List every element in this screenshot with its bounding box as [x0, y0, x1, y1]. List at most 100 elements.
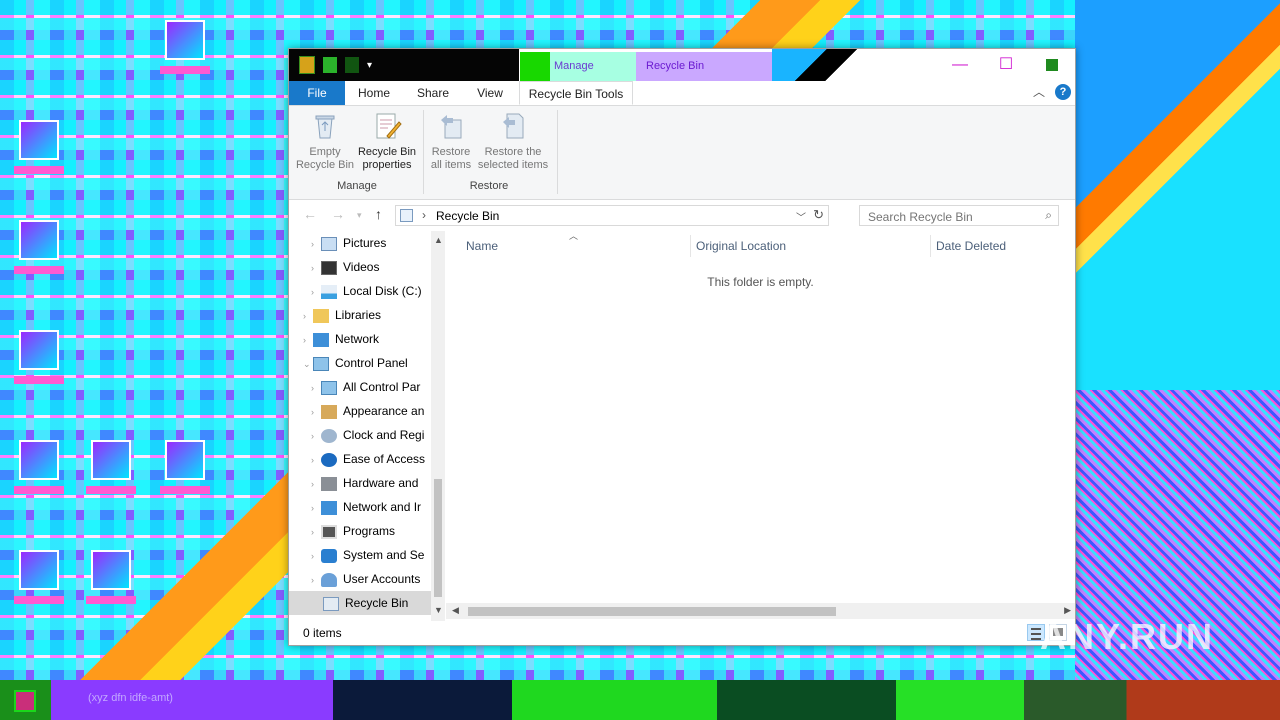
empty-recycle-bin-label-1: Empty: [309, 146, 341, 158]
desktop-glitch-stripe: [1075, 0, 1280, 390]
restore-group-label: Restore: [469, 180, 509, 192]
undo-icon[interactable]: [345, 57, 359, 73]
address-row: ← → ▾ ↑ › Recycle Bin ﹀ ↻ ⌕: [289, 200, 1075, 230]
scroll-down-icon[interactable]: ▼: [434, 605, 443, 615]
nav-item-all-control-panel[interactable]: › All Control Par: [311, 375, 420, 399]
ribbon-tabs: File Home Share View Recycle Bin Tools: [289, 81, 1075, 106]
control-panel-icon: [321, 380, 337, 395]
appearance-icon: [321, 404, 337, 419]
properties-icon[interactable]: [299, 56, 315, 74]
empty-recycle-bin-button[interactable]: Empty Recycle Bin: [295, 110, 355, 172]
nav-item-videos[interactable]: › Videos: [311, 255, 379, 279]
nav-item-pictures[interactable]: › Pictures: [311, 231, 386, 255]
nav-pane-scrollbar[interactable]: ▲ ▼: [431, 231, 445, 621]
address-bar[interactable]: › Recycle Bin ﹀ ↻: [395, 205, 829, 226]
search-input[interactable]: [866, 207, 1040, 226]
forward-arrow-icon[interactable]: →: [331, 206, 345, 222]
close-button[interactable]: [1029, 49, 1075, 81]
file-list: ︿ Name Original Location Date Deleted Th…: [446, 231, 1075, 621]
desktop-icon[interactable]: [14, 440, 64, 496]
nav-scroll-thumb[interactable]: [434, 479, 442, 597]
tab-recycle-bin-tools[interactable]: Recycle Bin Tools: [519, 81, 633, 105]
scroll-right-icon[interactable]: ▶: [1064, 605, 1071, 616]
title-bar[interactable]: ▾ Manage Recycle Bin — ☐: [289, 49, 1075, 81]
nav-item-programs[interactable]: › Programs: [311, 519, 395, 543]
tab-view[interactable]: View: [463, 81, 517, 105]
scroll-left-icon[interactable]: ◀: [452, 605, 459, 616]
start-button[interactable]: [14, 690, 36, 712]
nav-item-hardware[interactable]: › Hardware and: [311, 471, 418, 495]
up-arrow-icon[interactable]: ↑: [375, 206, 382, 222]
column-divider[interactable]: [690, 235, 691, 257]
nav-item-ease-of-access[interactable]: › Ease of Access: [311, 447, 425, 471]
restore-selected-items-button[interactable]: Restore the selected items: [475, 110, 551, 172]
tab-file[interactable]: File: [289, 81, 345, 105]
collapse-ribbon-chevron-icon[interactable]: ︿: [1033, 83, 1045, 100]
videos-icon: [321, 260, 337, 275]
user-accounts-icon: [321, 572, 337, 587]
quick-access-toolbar: ▾: [289, 49, 519, 81]
desktop-icon[interactable]: [86, 550, 136, 606]
desktop-icon[interactable]: [160, 440, 210, 496]
tab-share[interactable]: Share: [403, 81, 463, 105]
address-dropdown-icon[interactable]: ﹀: [796, 209, 806, 224]
hardware-icon: [321, 476, 337, 491]
programs-icon: [321, 524, 337, 539]
nav-label: User Accounts: [343, 572, 421, 586]
new-folder-icon[interactable]: [323, 57, 337, 73]
nav-item-local-disk[interactable]: › Local Disk (C:): [311, 279, 422, 303]
refresh-icon[interactable]: ↻: [813, 207, 824, 223]
nav-item-user-accounts[interactable]: › User Accounts: [311, 567, 420, 591]
desktop-icon[interactable]: [14, 120, 64, 176]
breadcrumb-separator-icon[interactable]: ›: [422, 208, 426, 222]
nav-item-network-internet[interactable]: › Network and Ir: [311, 495, 421, 519]
taskbar-window-title[interactable]: (xyz dfn idfe-amt): [88, 692, 173, 704]
nav-item-system-security[interactable]: › System and Se: [311, 543, 424, 567]
desktop-icon[interactable]: [14, 220, 64, 276]
restore-all-label-1: Restore: [431, 146, 471, 158]
recent-locations-chevron-icon[interactable]: ▾: [357, 210, 362, 221]
horizontal-scroll-thumb[interactable]: [468, 607, 836, 616]
breadcrumb-recycle-bin[interactable]: Recycle Bin: [436, 209, 499, 223]
nav-item-clock[interactable]: › Clock and Regi: [311, 423, 424, 447]
column-header-original-location[interactable]: Original Location: [696, 239, 786, 253]
nav-label: Videos: [343, 260, 380, 274]
recycle-bin-properties-label-1: Recycle Bin: [357, 146, 417, 158]
desktop-icon[interactable]: [86, 440, 136, 496]
drive-icon: [321, 284, 337, 299]
close-icon: [1046, 59, 1058, 71]
desktop-icon[interactable]: [14, 330, 64, 386]
column-header-date-deleted[interactable]: Date Deleted: [936, 239, 1006, 253]
nav-item-network[interactable]: › Network: [303, 327, 379, 351]
explorer-window: ▾ Manage Recycle Bin — ☐ File Home Share…: [288, 48, 1076, 646]
minimize-button[interactable]: —: [937, 49, 983, 81]
nav-item-control-panel[interactable]: ⌄ Control Panel: [303, 351, 408, 375]
nav-item-appearance[interactable]: › Appearance an: [311, 399, 424, 423]
ease-of-access-icon: [321, 452, 337, 467]
recycle-bin-properties-label-2: properties: [362, 159, 412, 171]
column-divider[interactable]: [930, 235, 931, 257]
desktop-icon[interactable]: [14, 550, 64, 606]
navigation-pane: › Pictures › Videos › Local Disk (C:) › Libr…: [289, 231, 431, 621]
taskbar: [0, 680, 1280, 720]
column-header-name[interactable]: Name: [466, 239, 498, 253]
search-box[interactable]: ⌕: [859, 205, 1059, 226]
nav-item-libraries[interactable]: › Libraries: [303, 303, 381, 327]
properties-page-icon: [371, 110, 403, 142]
network-icon: [313, 332, 329, 347]
tab-home[interactable]: Home: [345, 81, 403, 105]
nav-label: Ease of Access: [343, 452, 426, 466]
back-arrow-icon[interactable]: ←: [303, 206, 317, 222]
desktop-icon[interactable]: [160, 20, 210, 76]
maximize-button[interactable]: ☐: [983, 49, 1029, 81]
nav-label: Hardware and: [343, 476, 419, 490]
nav-item-recycle-bin[interactable]: Recycle Bin: [289, 591, 431, 615]
ribbon-panel: Empty Recycle Bin Recycle Bin properties…: [289, 106, 1075, 200]
recycle-bin-properties-button[interactable]: Recycle Bin properties: [355, 110, 419, 172]
scroll-up-icon[interactable]: ▲: [434, 235, 443, 245]
customize-toolbar-chevron-icon[interactable]: ▾: [367, 60, 372, 71]
item-count: 0 items: [303, 626, 342, 640]
help-icon[interactable]: ?: [1055, 84, 1071, 100]
restore-all-items-button[interactable]: Restore all items: [427, 110, 475, 172]
file-list-horizontal-scrollbar[interactable]: ◀ ▶: [446, 603, 1075, 619]
